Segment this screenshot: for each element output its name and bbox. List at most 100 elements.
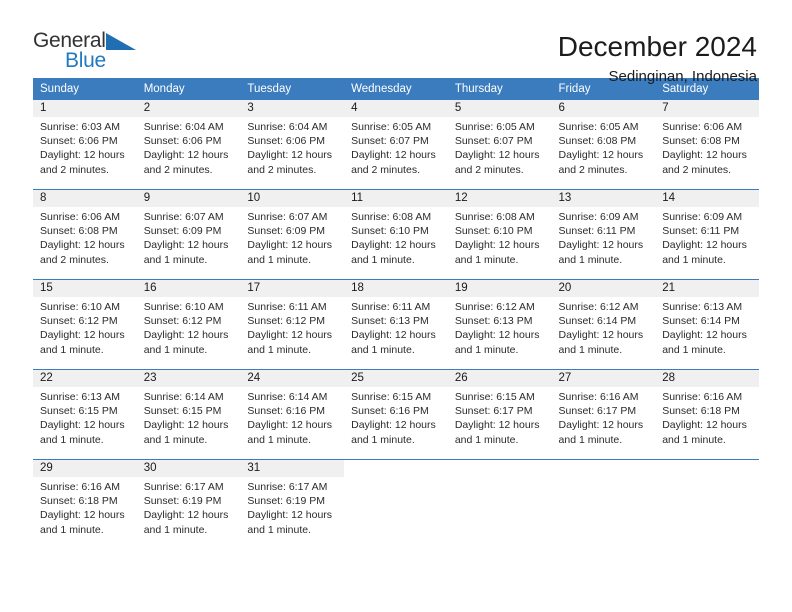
calendar-day-cell[interactable]: 23 Sunrise: 6:14 AM Sunset: 6:15 PM Dayligh… — [136, 369, 241, 460]
calendar-day-cell[interactable]: 15 Sunrise: 6:10 AM Sunset: 6:12 PM Dayligh… — [33, 279, 137, 370]
daylight-line-1: Daylight: 12 hours — [247, 329, 333, 342]
calendar-day-cell[interactable]: 6 Sunrise: 6:05 AM Sunset: 6:08 PM Daylight… — [551, 100, 656, 190]
day-cell-inner: 27 Sunrise: 6:16 AM Sunset: 6:17 PM Dayligh… — [551, 370, 656, 459]
day-number: 22 — [33, 370, 137, 387]
daylight-line-2: and 2 minutes. — [351, 163, 420, 176]
day-cell-inner: 6 Sunrise: 6:05 AM Sunset: 6:08 PM Daylight… — [551, 100, 656, 189]
daylight-line-2: and 1 minute. — [662, 433, 726, 446]
calendar-day-cell[interactable]: 21 Sunrise: 6:13 AM Sunset: 6:14 PM Dayligh… — [655, 279, 759, 370]
day-details — [655, 477, 759, 480]
calendar-day-cell[interactable]: 4 Sunrise: 6:05 AM Sunset: 6:07 PM Daylight… — [344, 100, 448, 190]
calendar-day-cell[interactable]: 26 Sunrise: 6:15 AM Sunset: 6:17 PM Dayligh… — [447, 369, 552, 460]
calendar-day-cell[interactable]: 9 Sunrise: 6:07 AM Sunset: 6:09 PM Daylight… — [136, 189, 241, 280]
day-number: 31 — [240, 460, 345, 477]
generalblue-logo[interactable]: General Blue — [33, 30, 153, 80]
day-cell-inner: 12 Sunrise: 6:08 AM Sunset: 6:10 PM Dayligh… — [447, 190, 552, 279]
calendar-day-cell[interactable]: 24 Sunrise: 6:14 AM Sunset: 6:16 PM Dayligh… — [240, 369, 345, 460]
daylight-line-2: and 2 minutes. — [40, 163, 109, 176]
day-cell-inner: 15 Sunrise: 6:10 AM Sunset: 6:12 PM Dayligh… — [33, 280, 137, 369]
daylight-line-1: Daylight: 12 hours — [247, 509, 333, 522]
calendar-day-cell[interactable]: 20 Sunrise: 6:12 AM Sunset: 6:14 PM Dayligh… — [551, 279, 656, 370]
daylight-line-1: Daylight: 12 hours — [454, 149, 540, 162]
day-number — [344, 460, 448, 477]
day-details: Sunrise: 6:07 AM Sunset: 6:09 PM Daylight:… — [137, 207, 241, 267]
day-details: Sunrise: 6:06 AM Sunset: 6:08 PM Daylight:… — [655, 117, 759, 177]
day-cell-inner — [448, 460, 552, 549]
day-cell-inner: 30 Sunrise: 6:17 AM Sunset: 6:19 PM Dayligh… — [136, 460, 241, 549]
daylight-line-2: and 1 minute. — [662, 343, 726, 356]
day-details: Sunrise: 6:04 AM Sunset: 6:06 PM Daylight:… — [137, 117, 241, 177]
sunset-line: Sunset: 6:15 PM — [40, 405, 118, 418]
day-details — [344, 477, 448, 480]
day-number: 24 — [240, 370, 345, 387]
day-cell-inner — [552, 460, 656, 549]
calendar-day-cell[interactable]: 25 Sunrise: 6:15 AM Sunset: 6:16 PM Dayligh… — [344, 369, 448, 460]
day-details — [552, 477, 656, 480]
calendar-day-cell — [344, 459, 448, 549]
daylight-line-2: and 1 minute. — [662, 253, 726, 266]
calendar-day-cell[interactable]: 7 Sunrise: 6:06 AM Sunset: 6:08 PM Daylight… — [655, 100, 759, 190]
calendar-day-cell[interactable]: 10 Sunrise: 6:07 AM Sunset: 6:09 PM Dayligh… — [240, 189, 345, 280]
calendar-day-cell[interactable]: 18 Sunrise: 6:11 AM Sunset: 6:13 PM Dayligh… — [344, 279, 448, 370]
daylight-line-1: Daylight: 12 hours — [558, 329, 644, 342]
daylight-line-1: Daylight: 12 hours — [351, 239, 436, 252]
calendar-day-cell[interactable]: 16 Sunrise: 6:10 AM Sunset: 6:12 PM Dayligh… — [136, 279, 241, 370]
calendar-day-cell[interactable]: 5 Sunrise: 6:05 AM Sunset: 6:07 PM Daylight… — [447, 100, 552, 190]
calendar-day-cell[interactable]: 22 Sunrise: 6:13 AM Sunset: 6:15 PM Dayligh… — [33, 369, 137, 460]
calendar-day-cell[interactable]: 13 Sunrise: 6:09 AM Sunset: 6:11 PM Dayligh… — [551, 189, 656, 280]
daylight-line-2: and 2 minutes. — [143, 163, 213, 176]
day-number: 17 — [240, 280, 345, 297]
day-details: Sunrise: 6:09 AM Sunset: 6:11 PM Daylight:… — [552, 207, 656, 267]
sunset-line: Sunset: 6:14 PM — [558, 315, 637, 328]
calendar-day-cell[interactable]: 3 Sunrise: 6:04 AM Sunset: 6:06 PM Daylight… — [240, 100, 345, 190]
day-cell-inner: 7 Sunrise: 6:06 AM Sunset: 6:08 PM Daylight… — [655, 100, 759, 189]
daylight-line-1: Daylight: 12 hours — [662, 329, 747, 342]
daylight-line-1: Daylight: 12 hours — [143, 509, 229, 522]
sunset-line: Sunset: 6:06 PM — [143, 135, 222, 148]
calendar-day-cell[interactable]: 29 Sunrise: 6:16 AM Sunset: 6:18 PM Dayligh… — [33, 459, 137, 549]
calendar-day-cell[interactable]: 8 Sunrise: 6:06 AM Sunset: 6:08 PM Daylight… — [33, 189, 137, 280]
daylight-line-2: and 1 minute. — [247, 343, 312, 356]
sunrise-line: Sunrise: 6:12 AM — [454, 301, 535, 313]
sunrise-line: Sunrise: 6:16 AM — [662, 391, 743, 403]
sunset-line: Sunset: 6:15 PM — [143, 405, 222, 418]
sunset-line: Sunset: 6:12 PM — [40, 315, 118, 328]
sunrise-line: Sunrise: 6:04 AM — [143, 121, 224, 133]
sunset-line: Sunset: 6:08 PM — [40, 225, 118, 238]
calendar-day-cell[interactable]: 19 Sunrise: 6:12 AM Sunset: 6:13 PM Dayligh… — [447, 279, 552, 370]
sunset-line: Sunset: 6:11 PM — [558, 225, 636, 238]
calendar-day-cell[interactable]: 17 Sunrise: 6:11 AM Sunset: 6:12 PM Dayligh… — [240, 279, 345, 370]
daylight-line-1: Daylight: 12 hours — [143, 329, 229, 342]
day-details: Sunrise: 6:17 AM Sunset: 6:19 PM Daylight:… — [240, 477, 344, 537]
sunset-line: Sunset: 6:06 PM — [247, 135, 326, 148]
daylight-line-2: and 2 minutes. — [662, 163, 732, 176]
daylight-line-1: Daylight: 12 hours — [247, 419, 333, 432]
day-number: 7 — [655, 100, 759, 117]
day-cell-inner: 23 Sunrise: 6:14 AM Sunset: 6:15 PM Dayligh… — [136, 370, 241, 459]
sunset-line: Sunset: 6:12 PM — [247, 315, 326, 328]
calendar-day-cell[interactable]: 12 Sunrise: 6:08 AM Sunset: 6:10 PM Dayligh… — [447, 189, 552, 280]
day-details: Sunrise: 6:11 AM Sunset: 6:12 PM Daylight:… — [240, 297, 344, 357]
sunrise-line: Sunrise: 6:13 AM — [40, 391, 120, 403]
calendar-day-cell[interactable]: 31 Sunrise: 6:17 AM Sunset: 6:19 PM Dayligh… — [240, 459, 345, 549]
sunset-line: Sunset: 6:16 PM — [351, 405, 429, 418]
sunrise-line: Sunrise: 6:13 AM — [662, 301, 743, 313]
sunrise-line: Sunrise: 6:09 AM — [558, 211, 639, 223]
calendar-day-cell[interactable]: 2 Sunrise: 6:04 AM Sunset: 6:06 PM Daylight… — [136, 100, 241, 190]
day-number — [448, 460, 552, 477]
calendar-day-cell[interactable]: 30 Sunrise: 6:17 AM Sunset: 6:19 PM Dayligh… — [136, 459, 241, 549]
calendar-day-cell[interactable]: 1 Sunrise: 6:03 AM Sunset: 6:06 PM Daylight… — [33, 100, 137, 190]
calendar-day-cell[interactable]: 14 Sunrise: 6:09 AM Sunset: 6:11 PM Dayligh… — [655, 189, 759, 280]
calendar-day-cell[interactable]: 27 Sunrise: 6:16 AM Sunset: 6:17 PM Dayligh… — [551, 369, 656, 460]
day-details: Sunrise: 6:17 AM Sunset: 6:19 PM Daylight:… — [137, 477, 241, 537]
calendar-day-cell[interactable]: 11 Sunrise: 6:08 AM Sunset: 6:10 PM Dayligh… — [344, 189, 448, 280]
calendar-day-cell[interactable]: 28 Sunrise: 6:16 AM Sunset: 6:18 PM Dayligh… — [655, 369, 759, 460]
day-number: 15 — [33, 280, 137, 297]
day-number: 8 — [33, 190, 137, 207]
day-details: Sunrise: 6:08 AM Sunset: 6:10 PM Daylight:… — [344, 207, 448, 267]
day-number: 27 — [551, 370, 656, 387]
sunrise-line: Sunrise: 6:03 AM — [40, 121, 120, 133]
daylight-line-1: Daylight: 12 hours — [143, 239, 229, 252]
daylight-line-1: Daylight: 12 hours — [351, 329, 436, 342]
day-number: 25 — [344, 370, 448, 387]
